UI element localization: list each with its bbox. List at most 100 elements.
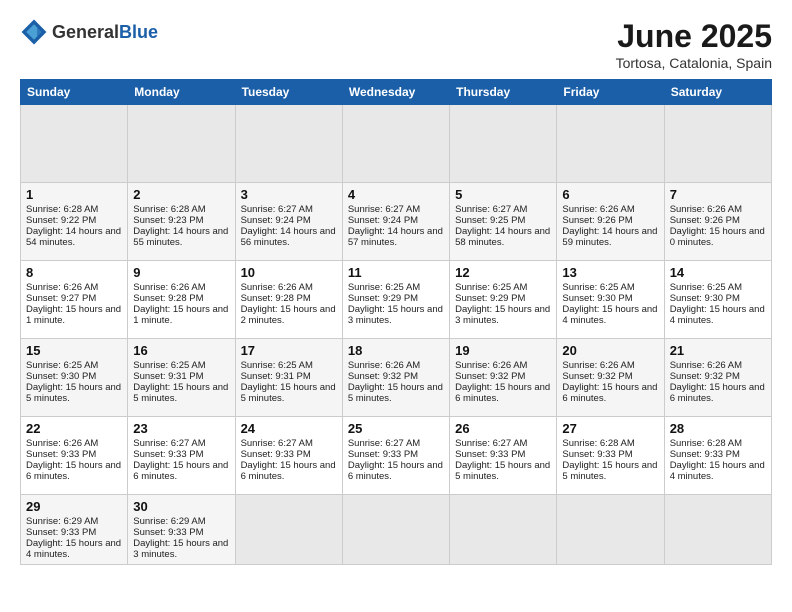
day-number: 15 — [26, 343, 122, 358]
col-thursday: Thursday — [450, 80, 557, 105]
day-number: 21 — [670, 343, 766, 358]
sunrise-text: Sunrise: 6:27 AM — [348, 438, 444, 449]
daylight-text: Daylight: 15 hours and 1 minute. — [26, 304, 122, 326]
table-row: 7Sunrise: 6:26 AMSunset: 9:26 PMDaylight… — [664, 183, 771, 261]
daylight-text: Daylight: 15 hours and 0 minutes. — [670, 226, 766, 248]
table-row: 20Sunrise: 6:26 AMSunset: 9:32 PMDayligh… — [557, 339, 664, 417]
table-row: 3Sunrise: 6:27 AMSunset: 9:24 PMDaylight… — [235, 183, 342, 261]
day-number: 24 — [241, 421, 337, 436]
day-number: 7 — [670, 187, 766, 202]
calendar-title: June 2025 — [616, 18, 772, 55]
table-row — [664, 495, 771, 565]
sunset-text: Sunset: 9:33 PM — [133, 527, 229, 538]
daylight-text: Daylight: 14 hours and 54 minutes. — [26, 226, 122, 248]
day-number: 12 — [455, 265, 551, 280]
sunrise-text: Sunrise: 6:27 AM — [241, 204, 337, 215]
day-number: 8 — [26, 265, 122, 280]
table-row — [342, 495, 449, 565]
title-block: June 2025 Tortosa, Catalonia, Spain — [616, 18, 772, 71]
sunset-text: Sunset: 9:32 PM — [348, 371, 444, 382]
daylight-text: Daylight: 15 hours and 5 minutes. — [455, 460, 551, 482]
sunrise-text: Sunrise: 6:25 AM — [348, 282, 444, 293]
table-row: 17Sunrise: 6:25 AMSunset: 9:31 PMDayligh… — [235, 339, 342, 417]
daylight-text: Daylight: 15 hours and 3 minutes. — [455, 304, 551, 326]
sunset-text: Sunset: 9:32 PM — [455, 371, 551, 382]
sunrise-text: Sunrise: 6:25 AM — [26, 360, 122, 371]
table-row: 15Sunrise: 6:25 AMSunset: 9:30 PMDayligh… — [21, 339, 128, 417]
sunset-text: Sunset: 9:29 PM — [348, 293, 444, 304]
table-row — [235, 105, 342, 183]
daylight-text: Daylight: 14 hours and 56 minutes. — [241, 226, 337, 248]
sunrise-text: Sunrise: 6:25 AM — [455, 282, 551, 293]
sunrise-text: Sunrise: 6:26 AM — [670, 360, 766, 371]
col-wednesday: Wednesday — [342, 80, 449, 105]
day-number: 17 — [241, 343, 337, 358]
table-row: 18Sunrise: 6:26 AMSunset: 9:32 PMDayligh… — [342, 339, 449, 417]
sunset-text: Sunset: 9:32 PM — [562, 371, 658, 382]
page-header: General Blue June 2025 Tortosa, Cataloni… — [20, 18, 772, 71]
daylight-text: Daylight: 14 hours and 57 minutes. — [348, 226, 444, 248]
sunrise-text: Sunrise: 6:29 AM — [133, 516, 229, 527]
day-number: 22 — [26, 421, 122, 436]
sunset-text: Sunset: 9:23 PM — [133, 215, 229, 226]
daylight-text: Daylight: 15 hours and 6 minutes. — [241, 460, 337, 482]
daylight-text: Daylight: 15 hours and 6 minutes. — [562, 382, 658, 404]
table-row: 24 Sunrise: 6:27 AMSunset: 9:33 PMDayligh… — [235, 417, 342, 495]
table-row: 22 Sunrise: 6:26 AMSunset: 9:33 PMDayligh… — [21, 417, 128, 495]
sunset-text: Sunset: 9:24 PM — [241, 215, 337, 226]
daylight-text: Daylight: 15 hours and 4 minutes. — [26, 538, 122, 560]
table-row: 30Sunrise: 6:29 AMSunset: 9:33 PMDayligh… — [128, 495, 235, 565]
sunset-text: Sunset: 9:25 PM — [455, 215, 551, 226]
daylight-text: Daylight: 15 hours and 6 minutes. — [26, 460, 122, 482]
day-number: 19 — [455, 343, 551, 358]
day-number: 2 — [133, 187, 229, 202]
calendar-subtitle: Tortosa, Catalonia, Spain — [616, 55, 772, 71]
sunset-text: Sunset: 9:31 PM — [241, 371, 337, 382]
sunset-text: Sunset: 9:31 PM — [133, 371, 229, 382]
sunset-text: Sunset: 9:33 PM — [241, 449, 337, 460]
sunrise-text: Sunrise: 6:26 AM — [26, 438, 122, 449]
sunset-text: Sunset: 9:28 PM — [241, 293, 337, 304]
day-number: 23 — [133, 421, 229, 436]
day-number: 29 — [26, 499, 122, 514]
col-sunday: Sunday — [21, 80, 128, 105]
daylight-text: Daylight: 15 hours and 5 minutes. — [348, 382, 444, 404]
table-row: 11Sunrise: 6:25 AMSunset: 9:29 PMDayligh… — [342, 261, 449, 339]
daylight-text: Daylight: 15 hours and 5 minutes. — [26, 382, 122, 404]
day-number: 28 — [670, 421, 766, 436]
daylight-text: Daylight: 15 hours and 6 minutes. — [455, 382, 551, 404]
table-row: 13Sunrise: 6:25 AMSunset: 9:30 PMDayligh… — [557, 261, 664, 339]
table-row — [21, 105, 128, 183]
sunset-text: Sunset: 9:27 PM — [26, 293, 122, 304]
table-row: 25Sunrise: 6:27 AMSunset: 9:33 PMDayligh… — [342, 417, 449, 495]
daylight-text: Daylight: 15 hours and 2 minutes. — [241, 304, 337, 326]
table-row: 26Sunrise: 6:27 AMSunset: 9:33 PMDayligh… — [450, 417, 557, 495]
table-row: 29Sunrise: 6:29 AMSunset: 9:33 PMDayligh… — [21, 495, 128, 565]
daylight-text: Daylight: 14 hours and 55 minutes. — [133, 226, 229, 248]
daylight-text: Daylight: 15 hours and 4 minutes. — [562, 304, 658, 326]
daylight-text: Daylight: 14 hours and 59 minutes. — [562, 226, 658, 248]
sunrise-text: Sunrise: 6:26 AM — [133, 282, 229, 293]
day-number: 27 — [562, 421, 658, 436]
sunset-text: Sunset: 9:30 PM — [562, 293, 658, 304]
table-row: 6Sunrise: 6:26 AMSunset: 9:26 PMDaylight… — [557, 183, 664, 261]
col-monday: Monday — [128, 80, 235, 105]
sunrise-text: Sunrise: 6:26 AM — [562, 360, 658, 371]
sunset-text: Sunset: 9:29 PM — [455, 293, 551, 304]
sunrise-text: Sunrise: 6:27 AM — [241, 438, 337, 449]
sunrise-text: Sunrise: 6:28 AM — [26, 204, 122, 215]
table-row — [557, 105, 664, 183]
table-row — [450, 105, 557, 183]
day-number: 5 — [455, 187, 551, 202]
sunset-text: Sunset: 9:33 PM — [26, 449, 122, 460]
day-number: 4 — [348, 187, 444, 202]
table-row: 2Sunrise: 6:28 AMSunset: 9:23 PMDaylight… — [128, 183, 235, 261]
day-number: 11 — [348, 265, 444, 280]
sunrise-text: Sunrise: 6:28 AM — [562, 438, 658, 449]
table-row — [235, 495, 342, 565]
day-number: 13 — [562, 265, 658, 280]
sunset-text: Sunset: 9:30 PM — [670, 293, 766, 304]
calendar-header-row: Sunday Monday Tuesday Wednesday Thursday… — [21, 80, 772, 105]
logo: General Blue — [20, 18, 158, 46]
sunrise-text: Sunrise: 6:28 AM — [670, 438, 766, 449]
